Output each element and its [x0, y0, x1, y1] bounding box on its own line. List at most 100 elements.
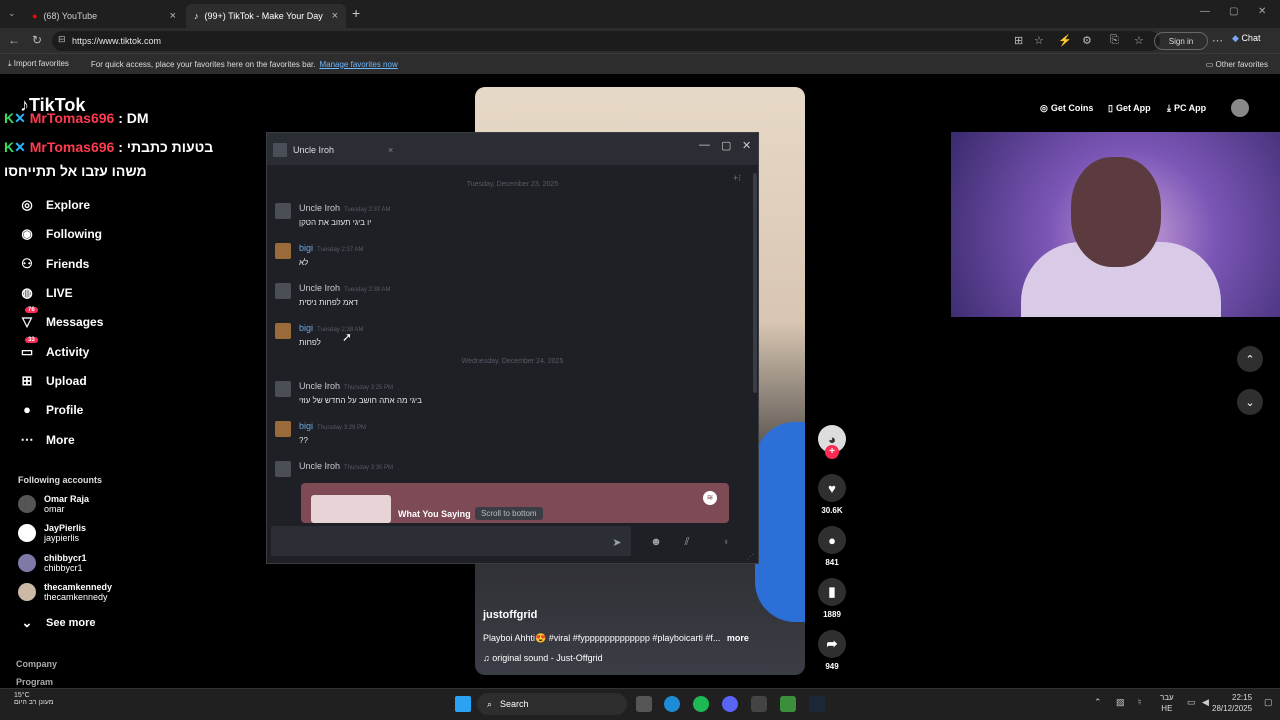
- network-icon[interactable]: ▭: [1187, 697, 1196, 708]
- share-count: 949: [825, 662, 839, 671]
- taskbar-clock[interactable]: 22:15 28/12/2025: [1212, 692, 1252, 714]
- taskbar-search[interactable]: ⌕ Search: [477, 693, 627, 715]
- nav-more[interactable]: ⋯ More: [18, 432, 75, 448]
- volume-icon[interactable]: ◀: [1202, 697, 1209, 708]
- tab-youtube[interactable]: ● (68) YouTube ×: [24, 4, 184, 28]
- chat-tab[interactable]: Uncle Iroh ×: [273, 139, 393, 161]
- minimize-icon[interactable]: —: [1200, 6, 1210, 17]
- tab-tiktok[interactable]: ♪ (99+) TikTok - Make Your Day ×: [186, 4, 346, 28]
- back-icon[interactable]: ←: [8, 33, 20, 47]
- nav-profile[interactable]: ● Profile: [18, 402, 83, 417]
- pc-app-button[interactable]: ⤓ PC App: [1167, 99, 1206, 117]
- refresh-icon[interactable]: ↻: [32, 33, 42, 47]
- tray-app-icon[interactable]: ▨: [1116, 697, 1125, 708]
- emoji-button[interactable]: ☻: [641, 531, 671, 553]
- follow-plus-icon[interactable]: +: [825, 445, 839, 459]
- spotify-icon[interactable]: ≋: [703, 491, 717, 505]
- profile-avatar[interactable]: [1231, 99, 1249, 117]
- nav-upload[interactable]: ⊞ Upload: [18, 373, 87, 389]
- message-time: Tuesday 2:38 AM: [344, 287, 391, 293]
- maximize-icon[interactable]: ▢: [1229, 6, 1238, 17]
- favorite-star-icon[interactable]: ☆: [1034, 34, 1044, 47]
- like-button[interactable]: ♥ 30.6K: [818, 474, 846, 515]
- discord-icon[interactable]: [722, 696, 738, 712]
- send-button[interactable]: ➤: [602, 531, 632, 553]
- extension-icon[interactable]: ⚡: [1058, 34, 1072, 47]
- menu-dots-icon[interactable]: ⋯: [1212, 34, 1223, 47]
- close-chat-tab-icon[interactable]: ×: [388, 145, 393, 155]
- avatar: [273, 143, 287, 157]
- share-button[interactable]: ➦ 949: [818, 630, 846, 671]
- video-sound[interactable]: ♫ original sound - Just-Offgrid: [483, 653, 603, 663]
- see-more-button[interactable]: ⌄ See more: [18, 615, 96, 631]
- task-view-icon[interactable]: [636, 696, 652, 712]
- minimize-icon[interactable]: —: [699, 139, 710, 151]
- nav-activity[interactable]: ▭ 33 Activity: [18, 337, 89, 360]
- voice-button[interactable]: ◖: [711, 531, 741, 553]
- site-info-icon[interactable]: ⊟: [58, 34, 66, 45]
- spotify-icon[interactable]: [693, 696, 709, 712]
- message-author[interactable]: Uncle Iroh: [299, 283, 340, 293]
- nav-following[interactable]: ◉ Following: [18, 226, 102, 242]
- get-coins-button[interactable]: ◎ Get Coins: [1040, 99, 1093, 117]
- reader-icon[interactable]: ⊞: [1014, 34, 1023, 47]
- nav-friends[interactable]: ⚇ Friends: [18, 256, 89, 272]
- notifications-icon[interactable]: ▢: [1264, 697, 1273, 708]
- account-item[interactable]: JayPierlis jaypierlis: [18, 523, 86, 543]
- previous-video-button[interactable]: ⌃: [1237, 346, 1263, 372]
- message-author[interactable]: Uncle Iroh: [299, 461, 340, 471]
- account-item[interactable]: Omar Raja omar: [18, 494, 89, 514]
- account-item[interactable]: chibbycr1 chibbycr1: [18, 553, 87, 573]
- footer-program[interactable]: Program: [16, 677, 53, 687]
- save-button[interactable]: ▮ 1889: [818, 578, 846, 619]
- language-indicator[interactable]: עבר HE: [1160, 692, 1174, 714]
- stream-chat-line-2: K✕ MrTomas696 : בטעות כתבתי: [4, 139, 213, 156]
- weather-widget[interactable]: 15°C מעונן רב היום: [14, 692, 54, 706]
- resize-grip-icon[interactable]: ⋰: [747, 553, 754, 561]
- message-author[interactable]: Uncle Iroh: [299, 381, 340, 391]
- steam-icon[interactable]: [809, 696, 825, 712]
- copilot-chat-button[interactable]: ◆ Chat: [1232, 33, 1260, 44]
- url-input[interactable]: https://www.tiktok.com: [52, 31, 1160, 51]
- footer-company[interactable]: Company: [16, 659, 57, 669]
- extensions-icon[interactable]: ⚙: [1082, 34, 1092, 47]
- get-app-button[interactable]: ▯ Get App: [1108, 99, 1151, 117]
- attach-button[interactable]: ⫽: [672, 531, 702, 553]
- favorites-icon[interactable]: ☆: [1134, 34, 1144, 47]
- windows-start-icon[interactable]: [455, 696, 471, 712]
- nav-messages[interactable]: ▽ 76 Messages: [18, 307, 103, 330]
- app-icon[interactable]: [780, 696, 796, 712]
- import-favorites[interactable]: ⤓ Import favorites: [8, 59, 69, 69]
- message-author[interactable]: bigi: [299, 243, 313, 253]
- message-header: bigi Tuesday 2:38 AM: [299, 323, 364, 333]
- chat-message-input[interactable]: [271, 526, 631, 556]
- sign-in-button[interactable]: Sign in: [1154, 32, 1208, 50]
- chat-title-bar[interactable]: Uncle Iroh × — ▢ ✕: [267, 133, 758, 165]
- tab-actions-icon[interactable]: ⌄: [8, 8, 16, 19]
- next-video-button[interactable]: ⌄: [1237, 389, 1263, 415]
- creator-avatar[interactable]: ◕ +: [818, 425, 846, 471]
- close-window-icon[interactable]: ✕: [742, 139, 751, 152]
- new-tab-button[interactable]: +: [352, 5, 360, 21]
- video-author[interactable]: justoffgrid: [483, 609, 537, 621]
- microphone-icon[interactable]: ♮: [1138, 697, 1141, 708]
- edge-icon[interactable]: [664, 696, 680, 712]
- other-favorites[interactable]: ▭ Other favorites: [1206, 60, 1268, 69]
- tray-chevron-icon[interactable]: ⌃: [1094, 697, 1102, 708]
- account-item[interactable]: thecamkennedy thecamkennedy: [18, 582, 112, 602]
- collections-icon[interactable]: ⎘: [1110, 34, 1119, 47]
- manage-favorites-link[interactable]: Manage favorites now: [319, 60, 397, 69]
- app-icon[interactable]: [751, 696, 767, 712]
- message-author[interactable]: Uncle Iroh: [299, 203, 340, 213]
- nav-live[interactable]: ◍ LIVE: [18, 285, 72, 301]
- close-tab-icon[interactable]: ×: [332, 10, 338, 22]
- maximize-icon[interactable]: ▢: [721, 139, 731, 152]
- close-tab-icon[interactable]: ×: [170, 10, 176, 22]
- comment-button[interactable]: ● 841: [818, 526, 846, 567]
- message-author[interactable]: bigi: [299, 323, 313, 333]
- scroll-to-bottom-button[interactable]: Scroll to bottom: [475, 507, 543, 520]
- nav-explore[interactable]: ◎ Explore: [18, 197, 90, 213]
- message-author[interactable]: bigi: [299, 421, 313, 431]
- close-window-icon[interactable]: ✕: [1258, 6, 1266, 17]
- more-link[interactable]: more: [727, 633, 749, 643]
